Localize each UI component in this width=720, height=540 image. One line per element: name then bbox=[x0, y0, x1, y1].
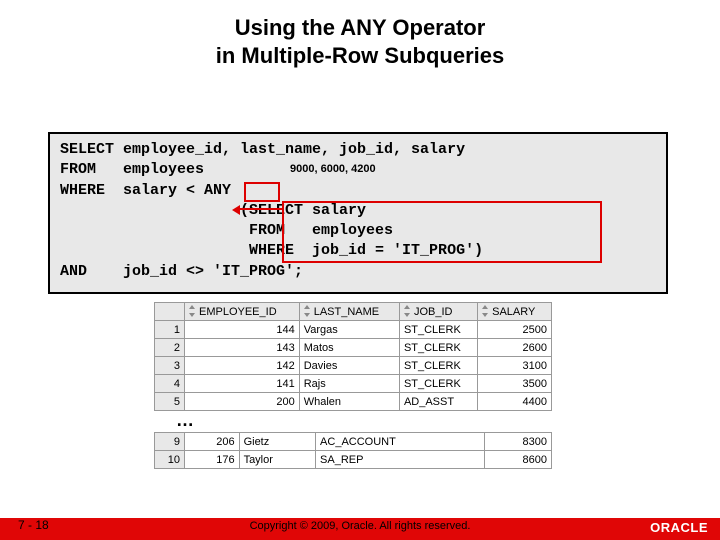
rownum: 1 bbox=[155, 321, 185, 339]
cell: ST_CLERK bbox=[399, 339, 477, 357]
cell: 143 bbox=[185, 339, 300, 357]
sort-icon bbox=[402, 305, 412, 317]
cell: Davies bbox=[299, 357, 399, 375]
rownum: 2 bbox=[155, 339, 185, 357]
table-row: 1144VargasST_CLERK2500 bbox=[155, 321, 552, 339]
copyright: Copyright © 2009, Oracle. All rights res… bbox=[0, 520, 720, 532]
slide-title: Using the ANY Operator in Multiple-Row S… bbox=[0, 0, 720, 69]
cell: Whalen bbox=[299, 393, 399, 411]
cell: 4400 bbox=[478, 393, 552, 411]
table-row: 5200WhalenAD_ASST4400 bbox=[155, 393, 552, 411]
rownum: 3 bbox=[155, 357, 185, 375]
cell: Gietz bbox=[239, 433, 315, 451]
cell: 176 bbox=[185, 451, 240, 469]
rownum: 9 bbox=[155, 433, 185, 451]
table-row: 2143MatosST_CLERK2600 bbox=[155, 339, 552, 357]
cell: Taylor bbox=[239, 451, 315, 469]
sort-icon bbox=[480, 305, 490, 317]
cell: 3100 bbox=[478, 357, 552, 375]
col-header-salary: SALARY bbox=[478, 303, 552, 321]
header-label: SALARY bbox=[492, 306, 535, 318]
table-header-row: EMPLOYEE_ID LAST_NAME JOB_ID SALARY bbox=[155, 303, 552, 321]
rownum-header bbox=[155, 303, 185, 321]
cell: 144 bbox=[185, 321, 300, 339]
cell: 142 bbox=[185, 357, 300, 375]
results-table: EMPLOYEE_ID LAST_NAME JOB_ID SALARY 1144… bbox=[154, 302, 552, 411]
arrow-icon bbox=[238, 208, 282, 210]
cell: 206 bbox=[185, 433, 240, 451]
cell: ST_CLERK bbox=[399, 375, 477, 393]
highlight-subquery-block bbox=[282, 201, 602, 263]
cell: ST_CLERK bbox=[399, 357, 477, 375]
title-line-1: Using the ANY Operator bbox=[235, 15, 486, 40]
col-header-last-name: LAST_NAME bbox=[299, 303, 399, 321]
cell: Matos bbox=[299, 339, 399, 357]
cell: 8600 bbox=[485, 451, 552, 469]
code-line: WHERE salary < ANY bbox=[60, 181, 656, 201]
header-label: JOB_ID bbox=[414, 306, 453, 318]
cell: 8300 bbox=[485, 433, 552, 451]
cell: ST_CLERK bbox=[399, 321, 477, 339]
cell: AD_ASST bbox=[399, 393, 477, 411]
table-row: 3142DaviesST_CLERK3100 bbox=[155, 357, 552, 375]
cell: 141 bbox=[185, 375, 300, 393]
highlight-any-keyword bbox=[244, 182, 280, 202]
cell: Rajs bbox=[299, 375, 399, 393]
ellipsis: … bbox=[176, 410, 194, 431]
header-label: EMPLOYEE_ID bbox=[199, 306, 277, 318]
sort-icon bbox=[302, 305, 312, 317]
cell: 2600 bbox=[478, 339, 552, 357]
cell: 3500 bbox=[478, 375, 552, 393]
cell: SA_REP bbox=[316, 451, 485, 469]
code-line: SELECT employee_id, last_name, job_id, s… bbox=[60, 140, 656, 160]
cell: AC_ACCOUNT bbox=[316, 433, 485, 451]
code-line: AND job_id <> 'IT_PROG'; bbox=[60, 262, 656, 282]
sql-code-box: SELECT employee_id, last_name, job_id, s… bbox=[48, 132, 668, 294]
cell: 200 bbox=[185, 393, 300, 411]
table-row: 4141RajsST_CLERK3500 bbox=[155, 375, 552, 393]
sort-icon bbox=[187, 305, 197, 317]
title-line-2: in Multiple-Row Subqueries bbox=[216, 43, 504, 68]
subquery-values-annotation: 9000, 6000, 4200 bbox=[290, 162, 376, 177]
cell: 2500 bbox=[478, 321, 552, 339]
results-table-bottom: 9206GietzAC_ACCOUNT8300 10176TaylorSA_RE… bbox=[154, 432, 552, 469]
rownum: 4 bbox=[155, 375, 185, 393]
results-table: 9206GietzAC_ACCOUNT8300 10176TaylorSA_RE… bbox=[154, 432, 552, 469]
slide: Using the ANY Operator in Multiple-Row S… bbox=[0, 0, 720, 540]
col-header-employee-id: EMPLOYEE_ID bbox=[185, 303, 300, 321]
header-label: LAST_NAME bbox=[314, 306, 379, 318]
col-header-job-id: JOB_ID bbox=[399, 303, 477, 321]
rownum: 5 bbox=[155, 393, 185, 411]
cell: Vargas bbox=[299, 321, 399, 339]
rownum: 10 bbox=[155, 451, 185, 469]
table-row: 9206GietzAC_ACCOUNT8300 bbox=[155, 433, 552, 451]
results-table-top: EMPLOYEE_ID LAST_NAME JOB_ID SALARY 1144… bbox=[154, 302, 552, 411]
footer: ORACLE 7 - 18 Copyright © 2009, Oracle. … bbox=[0, 518, 720, 540]
table-row: 10176TaylorSA_REP8600 bbox=[155, 451, 552, 469]
